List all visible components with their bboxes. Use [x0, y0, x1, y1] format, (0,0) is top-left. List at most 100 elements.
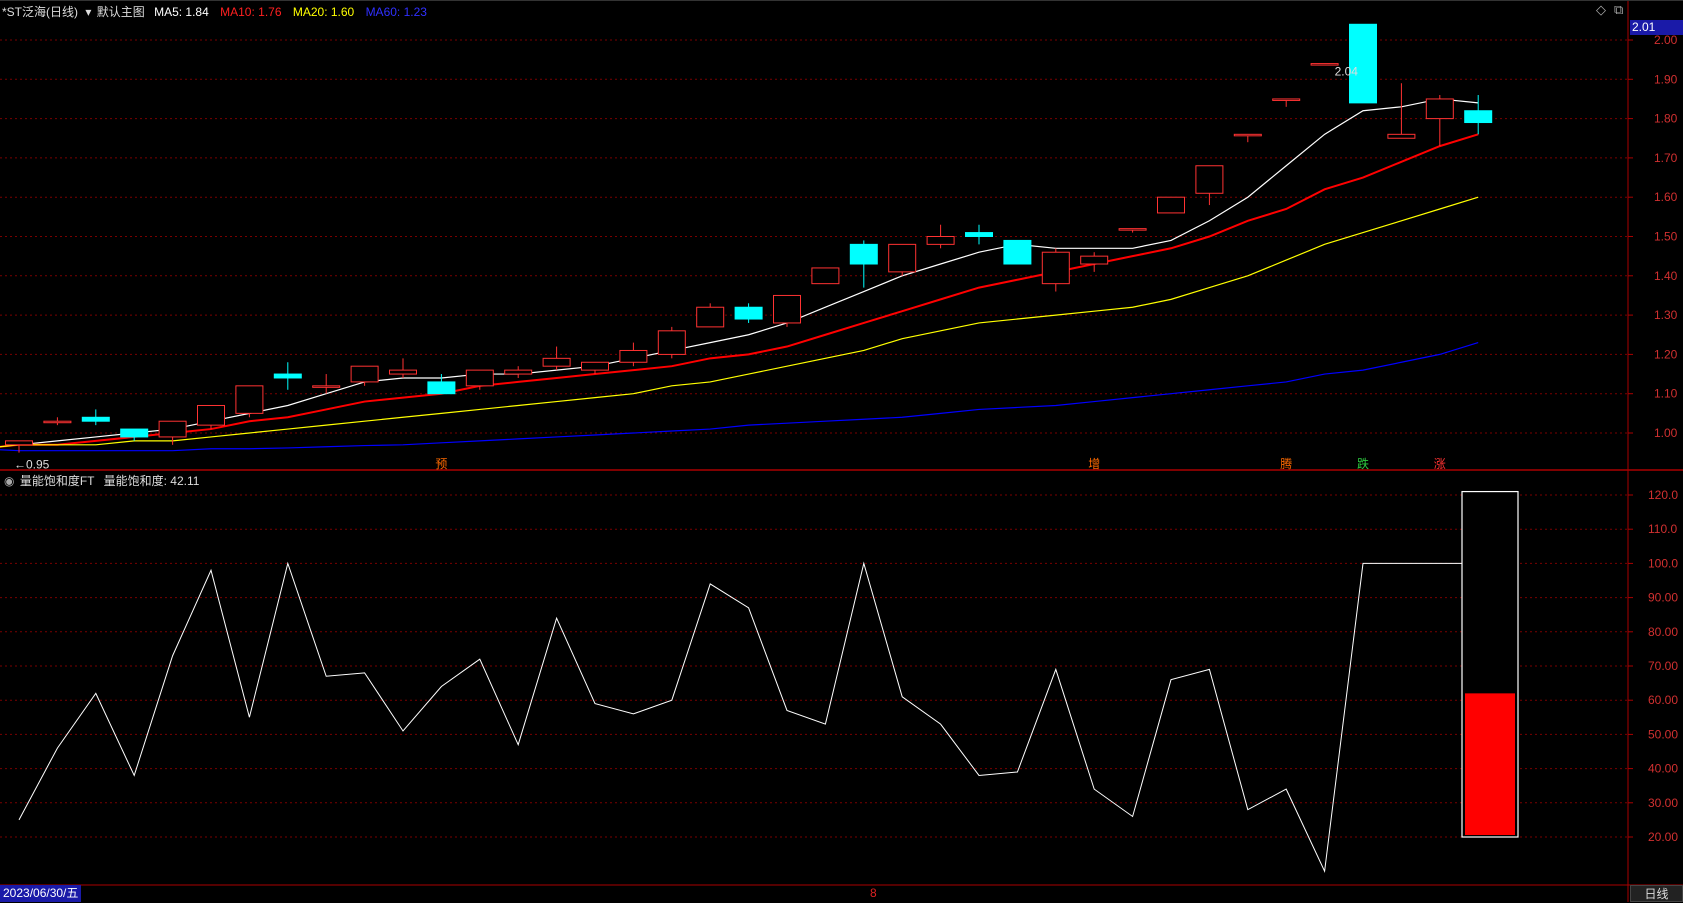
candle-body: [1003, 239, 1032, 265]
event-marker: 腾: [1280, 456, 1292, 471]
candle-body: [273, 373, 302, 379]
saturation-line: [18, 561, 1518, 873]
candle-body: [1118, 228, 1147, 231]
candle: [1387, 83, 1416, 139]
stock-title[interactable]: *ST泛海(日线): [2, 5, 78, 19]
candle-body: [197, 404, 225, 426]
moving-average-lines: [0, 98, 1479, 452]
candle: [734, 303, 763, 323]
candle-body: [43, 420, 72, 424]
tick-label: 90.00: [1648, 591, 1678, 605]
candle: [1425, 95, 1454, 147]
candle: [811, 267, 840, 285]
collapse-icon[interactable]: ◉: [4, 474, 14, 488]
tick-label: 1.20: [1654, 347, 1678, 361]
indicator-value: 量能饱和度: 42.11: [103, 474, 200, 488]
candle-body: [965, 232, 993, 238]
candle: [273, 362, 302, 390]
candle-body: [619, 349, 648, 363]
line-ma10: [0, 133, 1479, 448]
candle: [1157, 196, 1185, 214]
month-marker: 8: [870, 886, 877, 900]
line-ma60: [0, 342, 1479, 452]
candle: [1118, 228, 1147, 233]
tick-label: 110.0: [1648, 522, 1677, 536]
candle: [350, 365, 379, 386]
candle-body: [120, 428, 149, 438]
tick-label: 1.80: [1654, 112, 1678, 126]
candle-body: [350, 365, 379, 383]
indicator-header: ◉ 量能饱和度FT 量能饱和度: 42.11: [4, 472, 199, 489]
candle: [888, 243, 917, 276]
candle: [1041, 248, 1070, 292]
candle-body: [773, 294, 801, 324]
candle-body: [1080, 255, 1109, 265]
event-marker: 涨: [1434, 456, 1446, 471]
sub-value-axis: 20.00 30.00 40.00 50.00 60.00 70.00 80.00 90.00…: [1628, 488, 1678, 844]
price-annotation: ←0.95: [14, 458, 50, 472]
tick-label: 1.00: [1654, 426, 1678, 440]
candle-body: [811, 267, 840, 285]
candle: [773, 294, 801, 327]
candle: [1195, 165, 1224, 206]
chevron-down-icon[interactable]: ▾: [85, 5, 91, 19]
candle-body: [504, 369, 533, 375]
event-marker: 跌: [1357, 456, 1369, 471]
candle: [1349, 23, 1377, 104]
candle: [696, 303, 725, 328]
candle: [43, 417, 72, 426]
main-chart-label[interactable]: 默认主图: [97, 5, 145, 19]
last-price-tag: 2.01: [1630, 20, 1683, 35]
diamond-icon[interactable]: ◇: [1596, 2, 1606, 18]
indicator-name[interactable]: 量能饱和度FT: [20, 474, 94, 488]
tick-label: 2.00: [1654, 33, 1678, 47]
event-markers: 2.04 ←0.95 预 增 腾 跌 涨: [14, 65, 1446, 472]
candle-body: [1272, 98, 1301, 101]
saturation-gauge: [1461, 490, 1519, 838]
stock-chart[interactable]: 1.00 1.10 1.20 1.30 1.40 1.50 1.60 1.70 1.80 1.90…: [0, 0, 1683, 902]
event-marker: 增: [1088, 457, 1100, 471]
candle: [1464, 95, 1493, 135]
candle: [849, 240, 878, 288]
candle: [1003, 239, 1032, 265]
candle-body: [389, 369, 417, 375]
line-saturation: [18, 561, 1518, 873]
candle: [1272, 98, 1301, 107]
candle: [926, 224, 955, 249]
candle: [120, 428, 149, 441]
candle: [1080, 252, 1109, 272]
price-annotation: 2.04: [1335, 65, 1359, 79]
tick-label: 60.00: [1648, 693, 1678, 707]
ma20-readout: MA20: 1.60: [292, 5, 355, 19]
candle-body: [581, 361, 609, 371]
candle-body: [696, 306, 725, 328]
candle: [504, 366, 533, 378]
date-cursor-label: 2023/06/30/五: [0, 885, 82, 902]
tick-label: 1.40: [1654, 269, 1678, 283]
candle: [235, 385, 264, 418]
candle-body: [81, 416, 110, 422]
ma10-readout: MA10: 1.76: [220, 5, 282, 19]
tick-label: 1.10: [1654, 387, 1678, 401]
restore-window-icon[interactable]: ⧉: [1614, 2, 1623, 18]
gauge-fill: [1465, 693, 1515, 835]
tick-label: 100.0: [1648, 556, 1678, 570]
tick-label: 120.0: [1648, 488, 1678, 502]
candle-body: [1157, 196, 1185, 214]
candle: [389, 358, 417, 378]
chart-frame: [0, 0, 1683, 902]
tick-label: 80.00: [1648, 625, 1678, 639]
candle-body: [1195, 165, 1224, 194]
period-button[interactable]: 日线: [1630, 885, 1683, 902]
candle-body: [1349, 23, 1377, 104]
candle-body: [657, 330, 686, 355]
tick-label: 1.70: [1654, 151, 1678, 165]
main-price-axis: 1.00 1.10 1.20 1.30 1.40 1.50 1.60 1.70 1.80 1.90…: [1628, 33, 1678, 440]
main-header: *ST泛海(日线) ▾ 默认主图 MA5: 1.84 MA10: 1.76 MA…: [2, 3, 427, 20]
tick-label: 30.00: [1648, 796, 1678, 810]
candle: [197, 404, 225, 430]
candle: [81, 409, 110, 426]
tick-label: 70.00: [1648, 659, 1678, 673]
main-grid: [0, 39, 1628, 434]
ma60-readout: MA60: 1.23: [365, 5, 427, 19]
